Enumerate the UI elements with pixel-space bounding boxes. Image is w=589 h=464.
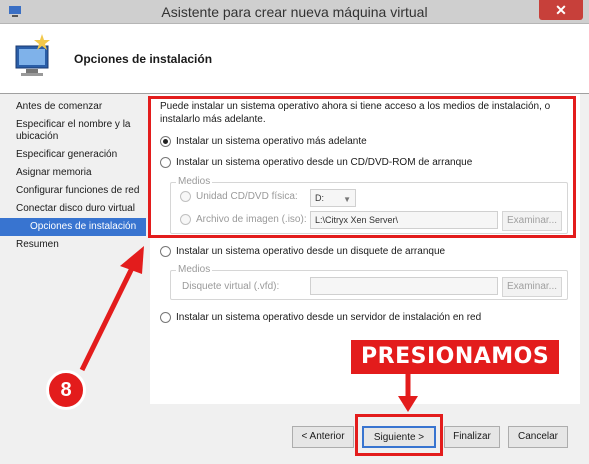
arrow-to-steps [79,262,137,372]
step-number-badge: 8 [46,370,86,410]
arrowhead-steps [120,246,144,274]
annotation-arrows [79,246,418,412]
arrowhead-next [398,396,418,412]
